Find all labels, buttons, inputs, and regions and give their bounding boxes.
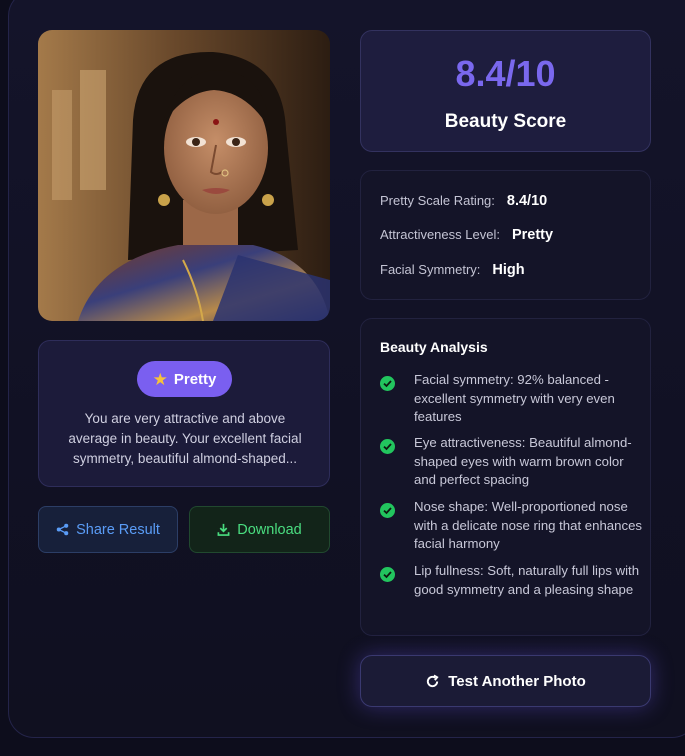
test-another-photo-label: Test Another Photo bbox=[448, 672, 586, 690]
share-result-button[interactable]: Share Result bbox=[38, 506, 178, 553]
analysis-item-text: Facial symmetry: 92% balanced - excellen… bbox=[414, 372, 615, 425]
beauty-analysis-panel: Beauty Analysis Facial symmetry: 92% bal… bbox=[360, 318, 651, 636]
metric-attractiveness: Attractiveness Level: Pretty bbox=[380, 227, 553, 243]
check-icon bbox=[380, 376, 395, 391]
metric-label: Pretty Scale Rating: bbox=[380, 193, 495, 208]
metric-value: Pretty bbox=[511, 227, 554, 243]
download-button[interactable]: Download bbox=[189, 506, 330, 553]
verdict-panel: ★ Pretty You are very attractive and abo… bbox=[38, 340, 330, 487]
check-icon bbox=[380, 567, 395, 582]
metric-facial-symmetry: Facial Symmetry: High bbox=[380, 262, 525, 278]
star-icon: ★ bbox=[152, 369, 168, 389]
share-result-label: Share Result bbox=[76, 521, 160, 538]
verdict-description: You are very attractive and above averag… bbox=[68, 411, 302, 466]
score-value: 8.4/10 bbox=[455, 53, 556, 94]
score-label: Beauty Score bbox=[444, 111, 567, 132]
metric-value: 8.4/10 bbox=[506, 193, 548, 209]
analysis-item-text: Nose shape: Well-proportioned nose with … bbox=[414, 499, 642, 552]
portrait-photo bbox=[38, 30, 330, 321]
refresh-icon bbox=[427, 674, 439, 687]
download-label: Download bbox=[237, 521, 302, 538]
test-another-photo-button[interactable]: Test Another Photo bbox=[360, 655, 651, 707]
metric-value: High bbox=[492, 262, 525, 278]
share-icon bbox=[56, 523, 69, 536]
beauty-score-panel: 8.4/10 Beauty Score bbox=[360, 30, 651, 152]
analysis-title: Beauty Analysis bbox=[380, 339, 488, 355]
download-icon bbox=[217, 523, 230, 536]
analysis-item-text: Eye attractiveness: Beautiful almond-sha… bbox=[414, 435, 632, 488]
metric-pretty-scale: Pretty Scale Rating: 8.4/10 bbox=[380, 193, 547, 209]
rating-badge-label: Pretty bbox=[173, 370, 217, 388]
rating-badge: ★ Pretty bbox=[137, 361, 232, 397]
check-icon bbox=[380, 503, 395, 518]
metrics-panel: Pretty Scale Rating: 8.4/10 Attractivene… bbox=[360, 170, 651, 300]
metric-label: Attractiveness Level: bbox=[380, 227, 500, 242]
analysis-item-text: Lip fullness: Soft, naturally full lips … bbox=[414, 563, 640, 597]
metric-label: Facial Symmetry: bbox=[380, 262, 481, 277]
check-icon bbox=[380, 439, 395, 454]
